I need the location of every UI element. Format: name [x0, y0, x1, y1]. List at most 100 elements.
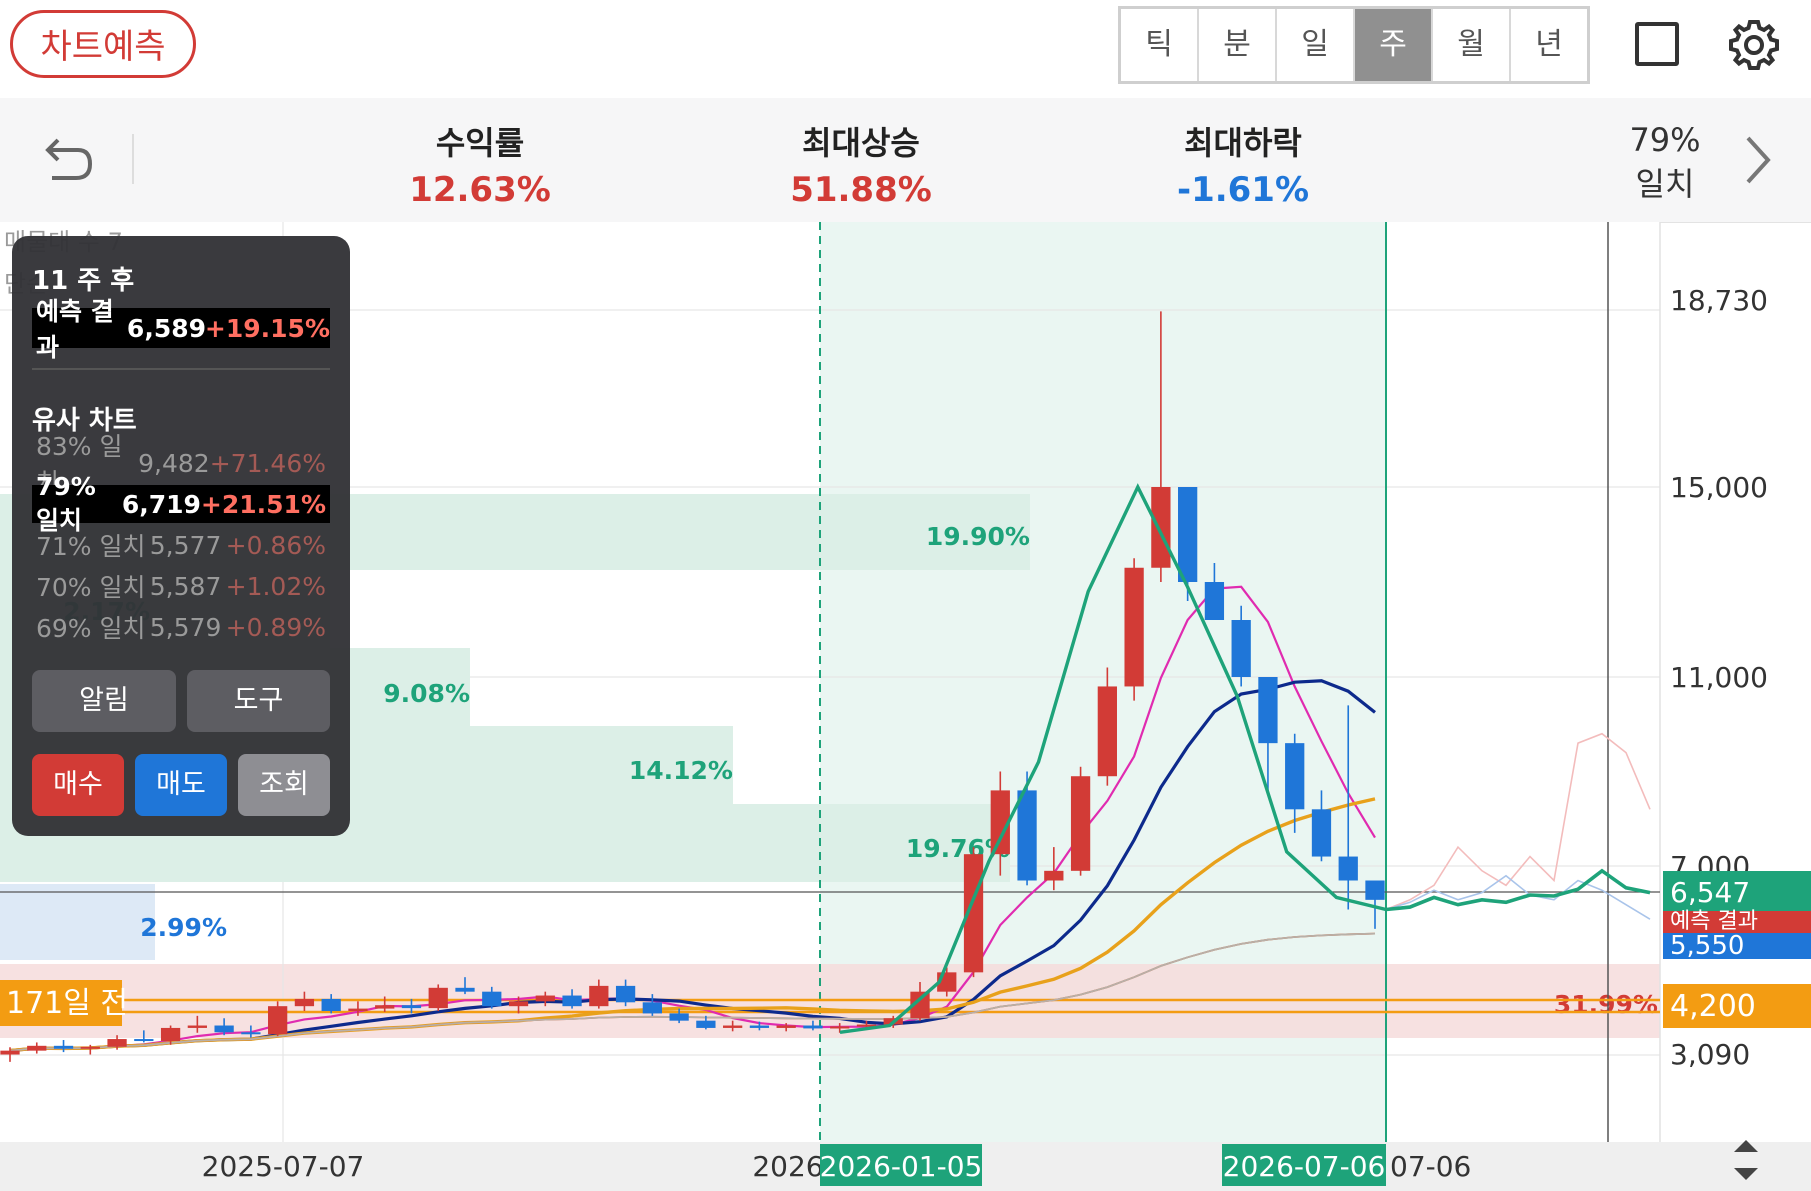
max-rise-stat: 최대상승 51.88%	[731, 118, 991, 210]
price-tag-current: 6,547	[1670, 876, 1750, 909]
candle-body	[642, 1002, 662, 1014]
similar-price: 5,587	[149, 571, 222, 601]
candle-body	[562, 995, 582, 1007]
similar-match: 71% 일치	[36, 532, 146, 561]
candle-body	[428, 987, 448, 1009]
tab-minute[interactable]: 분	[1199, 9, 1277, 81]
alert-button[interactable]: 알림	[32, 670, 176, 732]
y-axis-tick-label: 3,090	[1670, 1038, 1750, 1071]
price-tag-lowest: 5,550	[1670, 931, 1744, 961]
candle-body	[482, 991, 502, 1007]
max-rise-label: 최대상승	[802, 124, 920, 162]
similar-price: 6,719	[121, 489, 201, 519]
candle-body	[0, 1050, 20, 1055]
candle-body	[321, 998, 341, 1012]
candle-body	[1231, 620, 1251, 677]
candle-body	[187, 1025, 207, 1028]
candle-body	[1204, 582, 1225, 620]
tab-week[interactable]: 주	[1355, 9, 1433, 81]
return-stat: 수익률 12.63%	[350, 118, 610, 210]
candle-body	[134, 1039, 154, 1042]
similar-row[interactable]: 71% 일치 5,577 +0.86%	[32, 526, 330, 564]
similar-change: +0.89%	[225, 612, 326, 642]
volume-profile-pct: 2.99%	[140, 913, 227, 942]
similar-row-selected[interactable]: 79% 일치 6,719 +21.51%	[32, 472, 330, 535]
match-indicator[interactable]: 79% 일치	[1620, 118, 1710, 206]
candle-body	[214, 1025, 234, 1033]
days-before-label: 171일 전	[6, 986, 128, 1021]
candle-body	[455, 987, 475, 992]
result-change: +19.15%	[204, 313, 330, 343]
max-fall-value: -1.61%	[1176, 170, 1310, 210]
candle-body	[1044, 870, 1064, 881]
volume-profile-pct: 31.99%	[1554, 990, 1658, 1019]
candle-body	[776, 1025, 796, 1028]
y-axis-tick-label: 18,730	[1670, 284, 1768, 317]
candle-body	[53, 1045, 74, 1049]
tool-button[interactable]: 도구	[187, 670, 330, 732]
period-tabs: 틱 분 일 주 월 년	[1118, 6, 1590, 84]
panel-divider	[32, 368, 330, 370]
price-tag-start: 4,200	[1670, 989, 1756, 1024]
candle-body	[696, 1020, 716, 1028]
max-fall-stat: 최대하락 -1.61%	[1113, 118, 1373, 210]
candle-body	[294, 998, 315, 1007]
candle-body	[1311, 809, 1332, 857]
similar-row[interactable]: 69% 일치 5,579 +0.89%	[32, 608, 330, 646]
x-axis-tick-label: 2026	[752, 1150, 823, 1183]
sell-button[interactable]: 매도	[135, 754, 227, 816]
date-tag-start: 2026-01-05	[820, 1150, 983, 1183]
match-pct-value: 79%	[1629, 121, 1701, 159]
y-axis-tick-label: 15,000	[1670, 471, 1768, 504]
candle-body	[375, 1005, 395, 1009]
volume-profile-pct: 14.12%	[629, 756, 733, 785]
view-button[interactable]: 조회	[238, 754, 330, 816]
gear-icon[interactable]	[1725, 16, 1783, 74]
candle-body	[1070, 776, 1091, 871]
x-axis-tick-label: 07-06	[1390, 1150, 1471, 1183]
candle-body	[589, 985, 609, 1007]
tab-day[interactable]: 일	[1277, 9, 1355, 81]
similar-match: 70% 일치	[36, 573, 146, 602]
similar-price: 9,482	[138, 448, 210, 478]
similar-row[interactable]: 70% 일치 5,587 +1.02%	[32, 567, 330, 605]
buy-button[interactable]: 매수	[32, 754, 124, 816]
chevron-right-icon[interactable]	[1740, 132, 1776, 188]
result-label: 예측 결과	[36, 297, 114, 362]
candle-body	[723, 1025, 743, 1028]
candle-body	[508, 1001, 529, 1007]
candle-body	[1258, 677, 1278, 744]
candle-body	[1285, 743, 1305, 810]
candle-body	[160, 1027, 181, 1041]
volume-profile-pct: 9.08%	[383, 679, 470, 708]
result-price: 6,589	[126, 313, 206, 343]
candle-body	[803, 1025, 823, 1029]
candle-body	[107, 1039, 127, 1047]
candle-body	[1338, 856, 1358, 881]
prediction-result-row: 예측 결과 6,589 +19.15%	[32, 297, 330, 362]
tab-tick[interactable]: 틱	[1121, 9, 1199, 81]
return-value: 12.63%	[409, 170, 551, 210]
candle-body	[749, 1025, 770, 1028]
similar-change: +71.46%	[209, 448, 326, 478]
candle-body	[830, 1026, 850, 1029]
prediction-panel: 11 주 후 예측 결과 6,589 +19.15% 유사 차트 83% 일치 …	[12, 236, 350, 836]
max-fall-label: 최대하락	[1184, 124, 1302, 162]
y-axis-tick-label: 11,000	[1670, 661, 1768, 694]
volume-profile-bar	[0, 884, 155, 960]
tab-year[interactable]: 년	[1511, 9, 1587, 81]
candle-body	[1097, 686, 1117, 777]
candle-body	[268, 1006, 288, 1035]
candle-body	[1178, 487, 1198, 582]
fullscreen-square-icon[interactable]	[1635, 22, 1679, 66]
max-rise-value: 51.88%	[790, 170, 932, 210]
volume-profile-pct: 19.90%	[926, 522, 1030, 551]
undo-icon[interactable]	[36, 130, 96, 188]
candle-body	[615, 985, 636, 1003]
chart-predict-button[interactable]: 차트예측	[10, 10, 196, 78]
tab-month[interactable]: 월	[1433, 9, 1511, 81]
candle-body	[80, 1046, 100, 1049]
candle-body	[1365, 880, 1385, 900]
candle-body	[1017, 790, 1037, 881]
similar-change: +1.02%	[225, 571, 326, 601]
